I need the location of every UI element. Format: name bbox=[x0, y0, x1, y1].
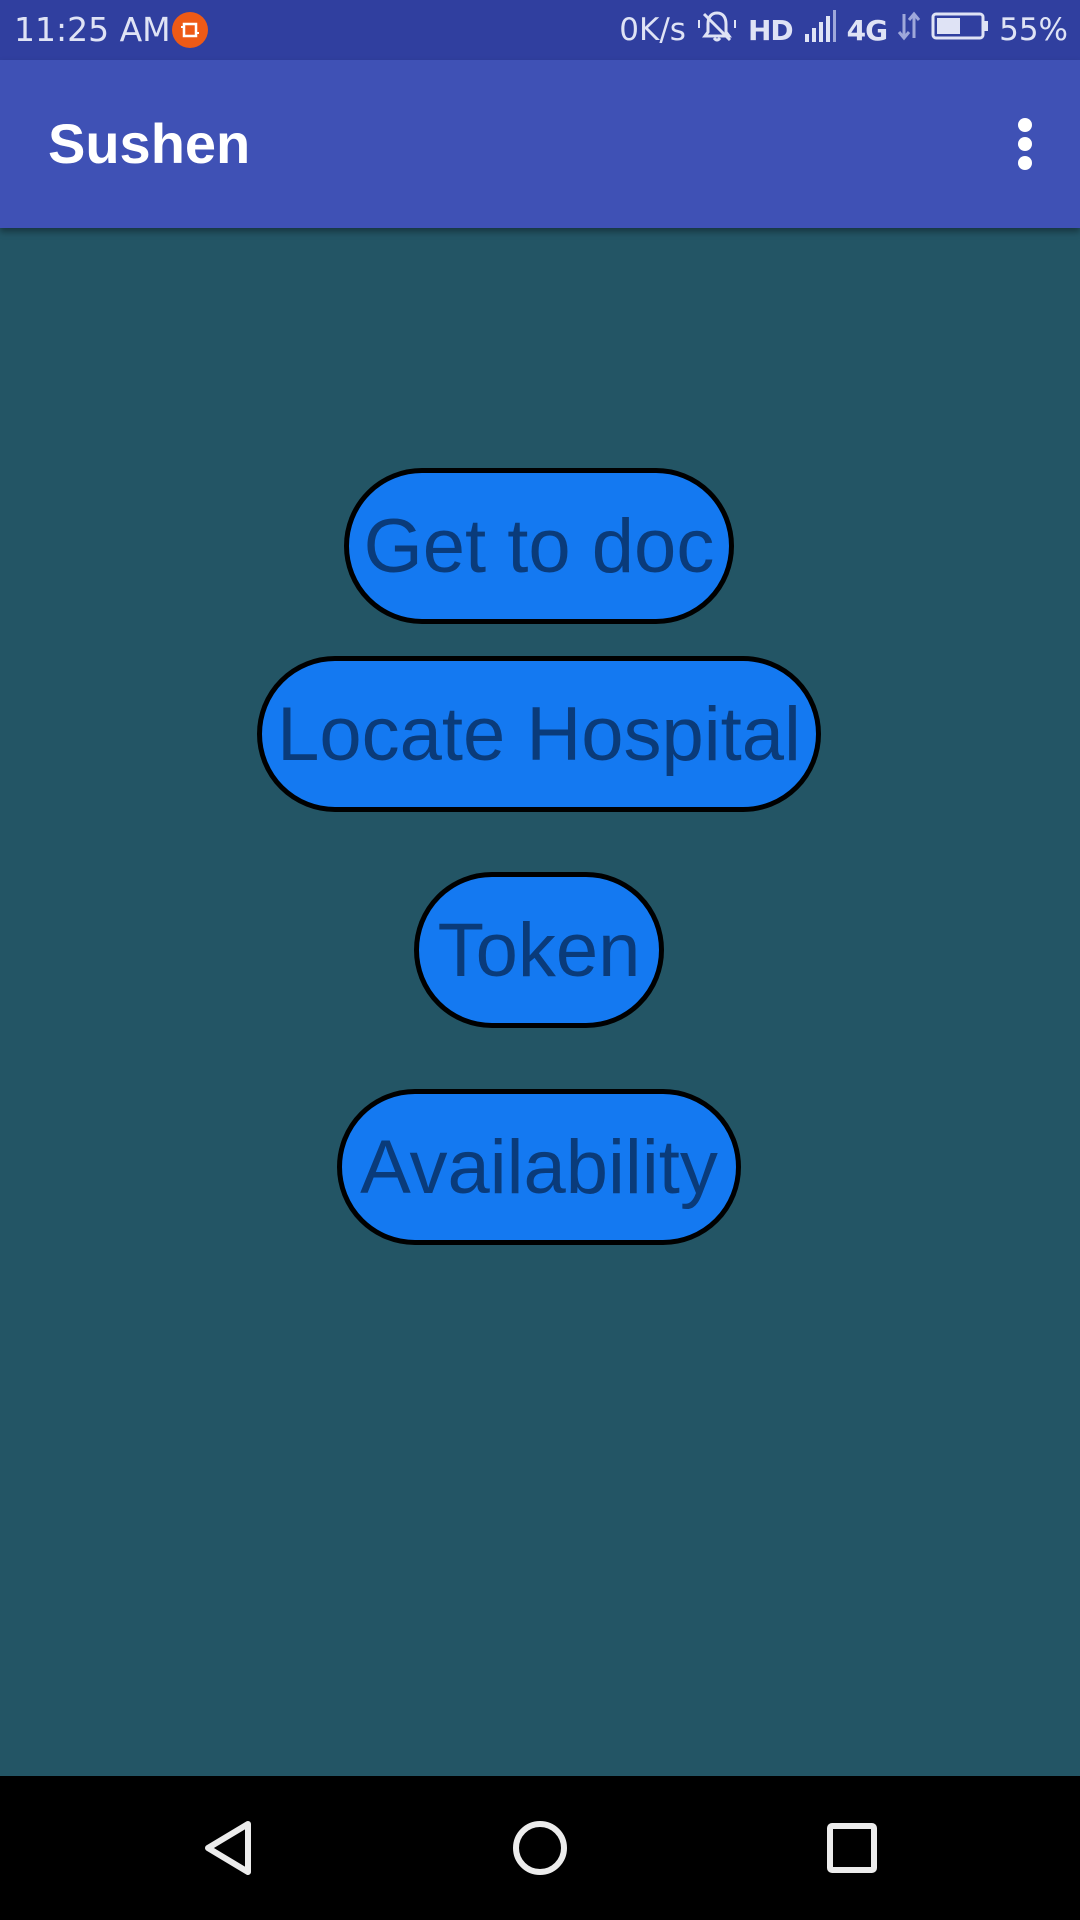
app-bar: Sushen bbox=[0, 60, 1080, 228]
menu-dot bbox=[1018, 137, 1032, 151]
more-vertical-icon[interactable] bbox=[998, 112, 1052, 176]
locate-hospital-button[interactable]: Locate Hospital bbox=[257, 656, 821, 812]
notification-icon bbox=[172, 12, 208, 48]
status-indicators: 0K/s HD 4G 55% bbox=[619, 8, 1068, 52]
signal-bars-icon bbox=[803, 10, 837, 50]
net-speed: 0K/s bbox=[619, 12, 686, 48]
recents-square-icon[interactable] bbox=[802, 1798, 902, 1898]
availability-button[interactable]: Availability bbox=[337, 1089, 741, 1245]
token-button[interactable]: Token bbox=[414, 872, 664, 1028]
silent-bell-icon bbox=[696, 8, 738, 52]
network-type: 4G bbox=[846, 13, 888, 47]
status-time: 11:25 AM bbox=[14, 10, 171, 49]
battery-icon bbox=[931, 11, 989, 49]
navigation-bar bbox=[0, 1776, 1080, 1920]
menu-dot bbox=[1018, 118, 1032, 132]
get-to-doc-button[interactable]: Get to doc bbox=[344, 468, 734, 624]
menu-dot bbox=[1018, 156, 1032, 170]
home-circle-icon[interactable] bbox=[490, 1798, 590, 1898]
back-triangle-icon[interactable] bbox=[178, 1798, 278, 1898]
hd-indicator: HD bbox=[747, 13, 794, 47]
battery-percent: 55% bbox=[999, 12, 1068, 48]
data-arrows-icon bbox=[897, 10, 921, 50]
status-bar: 11:25 AM 0K/s HD 4G 55% bbox=[0, 0, 1080, 60]
app-title: Sushen bbox=[48, 112, 251, 175]
